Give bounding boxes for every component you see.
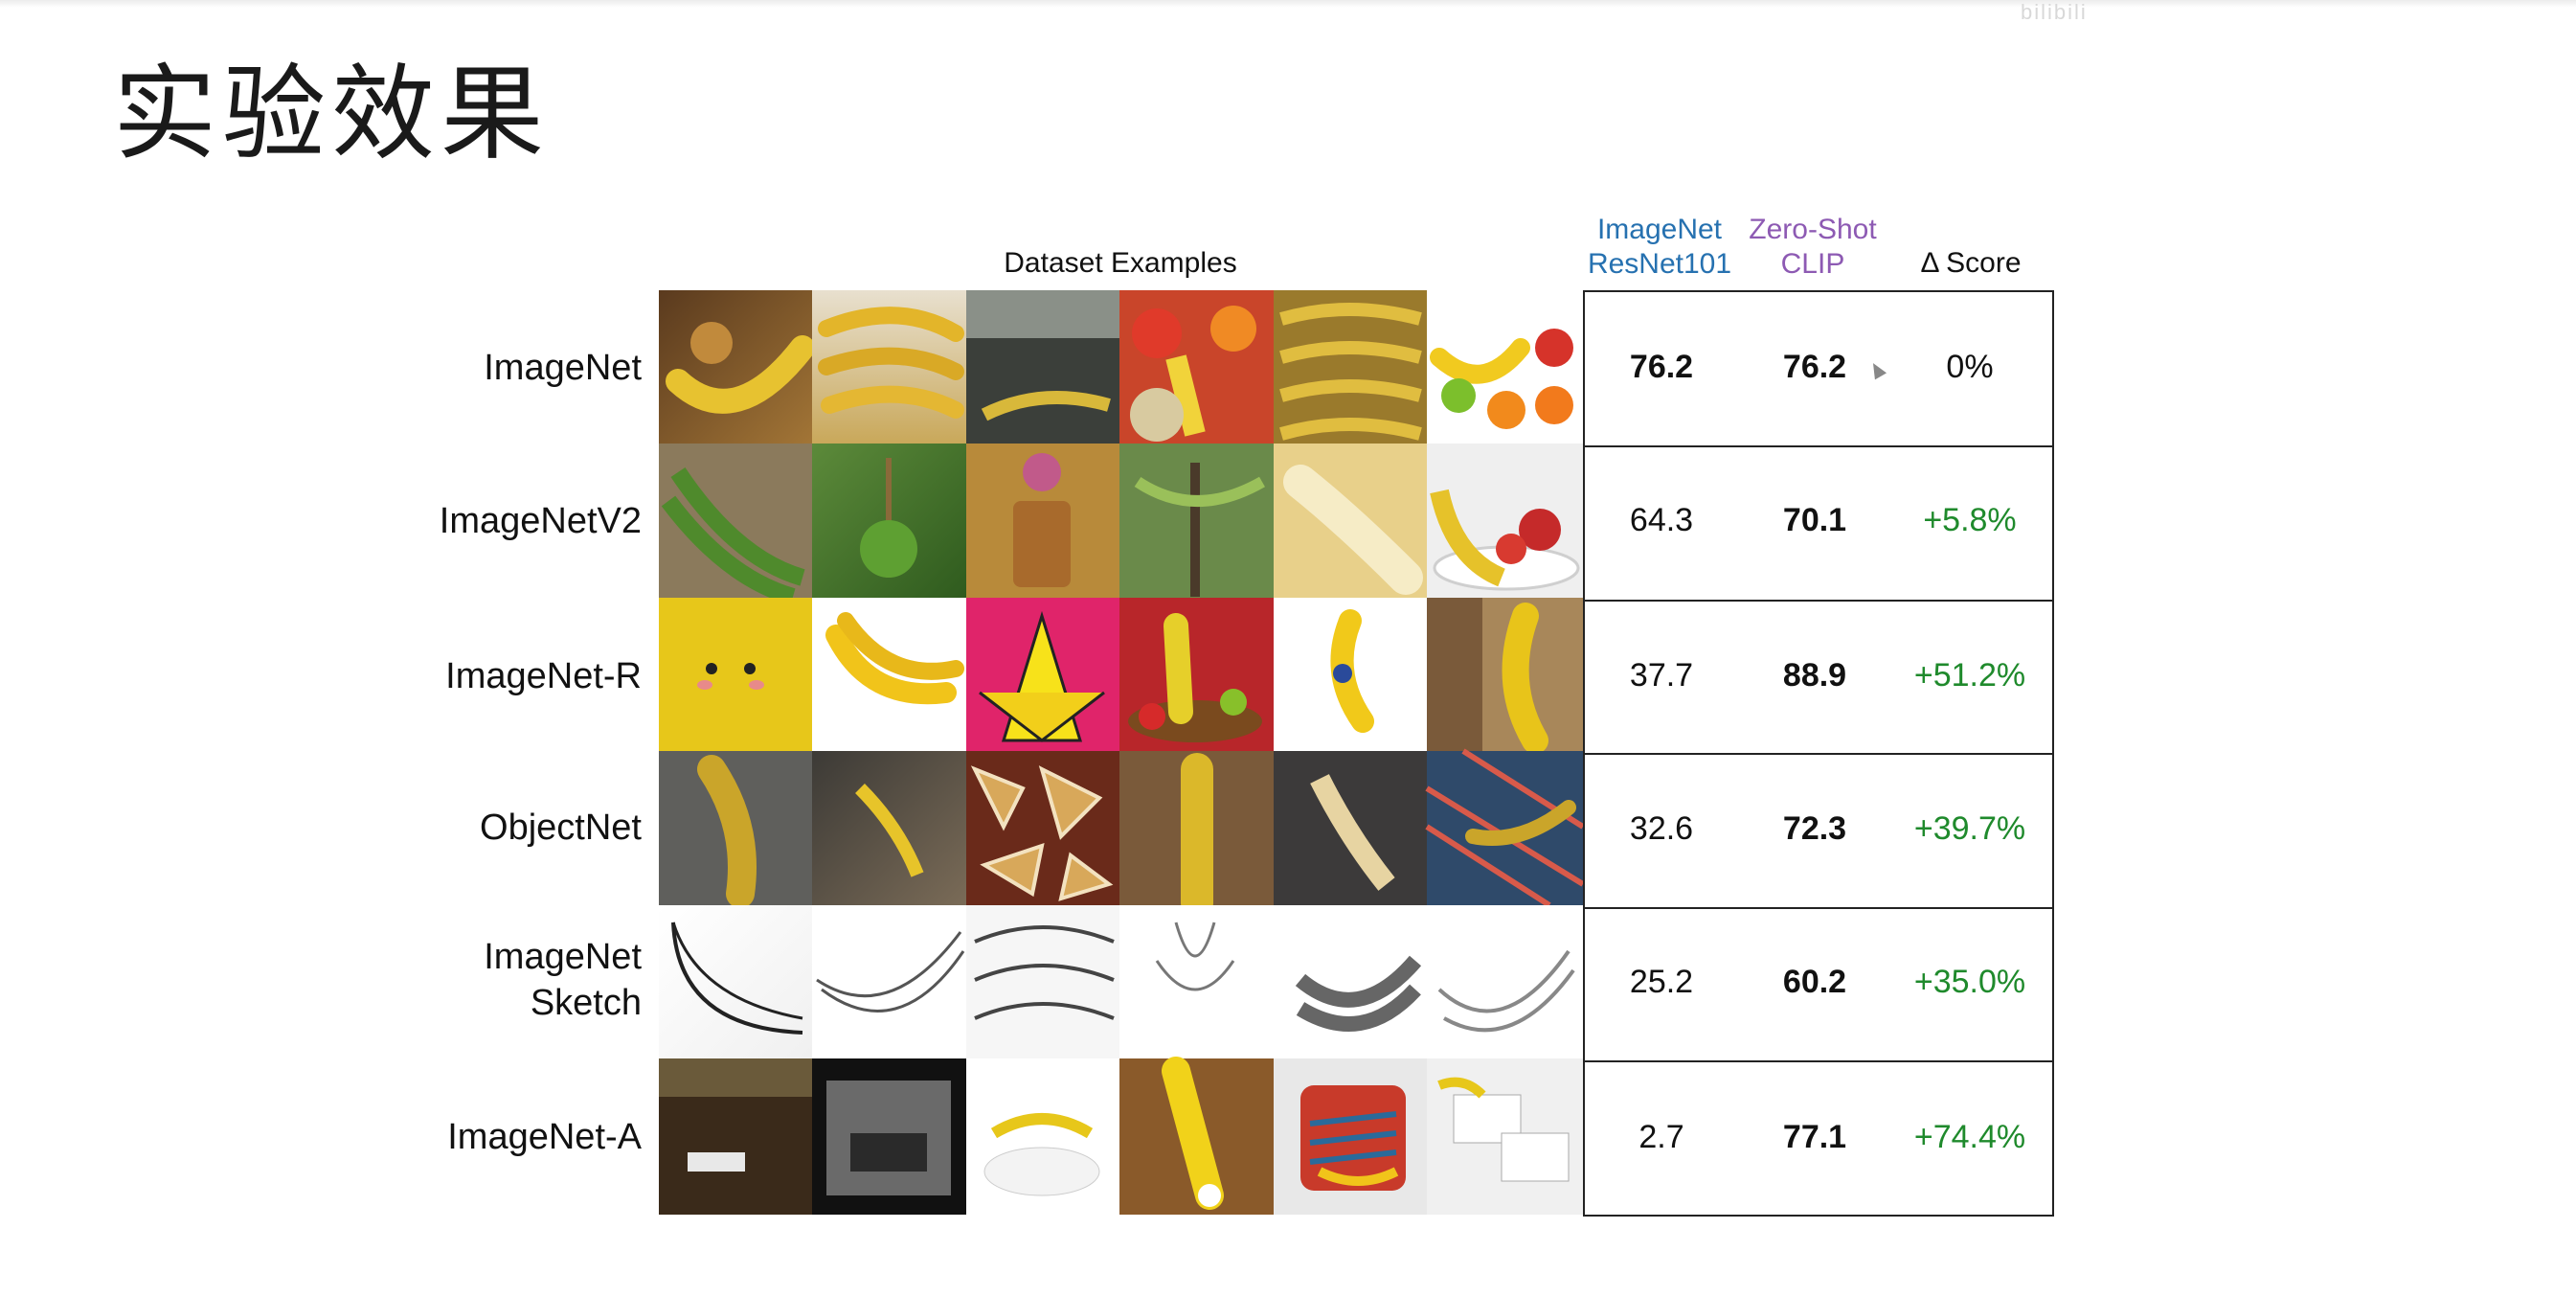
row3-images <box>659 598 1583 754</box>
score-clip-imagenet-a: 77.1 <box>1782 1119 1847 1155</box>
row-divider <box>1585 445 2052 447</box>
delta-imagenet-sketch: +35.0% <box>1913 964 2026 1000</box>
example-images <box>659 290 1585 1215</box>
row-divider <box>1585 753 2052 755</box>
score-resnet-objectnet: 32.6 <box>1629 810 1694 847</box>
dataset-examples-grid <box>659 290 1585 1215</box>
score-resnet-imagenet: 76.2 <box>1629 349 1694 385</box>
header-zero-shot-clip: Zero-Shot CLIP <box>1749 214 1877 280</box>
delta-imagenet: 0% <box>1946 349 1994 385</box>
row-divider <box>1585 600 2052 602</box>
delta-imagenet-a: +74.4% <box>1913 1119 2026 1155</box>
row5-images <box>659 905 1583 1058</box>
row6-images <box>659 1057 1583 1215</box>
top-bar <box>0 0 2576 8</box>
score-resnet-imagenet-sketch: 25.2 <box>1629 964 1694 1000</box>
watermark-logo: bilibili <box>2021 0 2088 24</box>
header-imagenet-resnet101: ImageNet ResNet101 <box>1587 214 1732 280</box>
row4-images <box>659 748 1585 920</box>
row-label-imagenet-sketch: ImageNet Sketch <box>484 937 642 1023</box>
delta-imagenetv2: +5.8% <box>1923 502 2017 538</box>
row1-images <box>659 290 1583 444</box>
header-dataset-examples: Dataset Examples <box>1004 247 1237 279</box>
score-resnet-imagenet-a: 2.7 <box>1638 1119 1684 1155</box>
row-label-imagenet-a: ImageNet-A <box>447 1117 642 1157</box>
row-label-imagenet-r: ImageNet-R <box>445 656 642 696</box>
score-table: 76.2 76.2 0% 64.3 70.1 +5.8% 37.7 88.9 +… <box>1583 290 2054 1217</box>
score-resnet-imagenet-r: 37.7 <box>1629 657 1694 694</box>
score-clip-imagenet-sketch: 60.2 <box>1782 964 1847 1000</box>
row-label-imagenet: ImageNet <box>484 348 642 388</box>
score-resnet-imagenetv2: 64.3 <box>1629 502 1694 538</box>
slide-title: 实验效果 <box>113 55 551 174</box>
row-divider <box>1585 1060 2052 1062</box>
row2-images <box>659 444 1583 605</box>
score-clip-imagenet-r: 88.9 <box>1782 657 1847 694</box>
row-divider <box>1585 907 2052 909</box>
header-delta-score: Δ Score <box>1920 247 2022 279</box>
score-clip-objectnet: 72.3 <box>1782 810 1847 847</box>
delta-objectnet: +39.7% <box>1913 810 2026 847</box>
row-label-imagenetv2: ImageNetV2 <box>439 501 642 541</box>
row-label-objectnet: ObjectNet <box>480 808 642 848</box>
score-clip-imagenetv2: 70.1 <box>1782 502 1847 538</box>
delta-imagenet-r: +51.2% <box>1913 657 2026 694</box>
